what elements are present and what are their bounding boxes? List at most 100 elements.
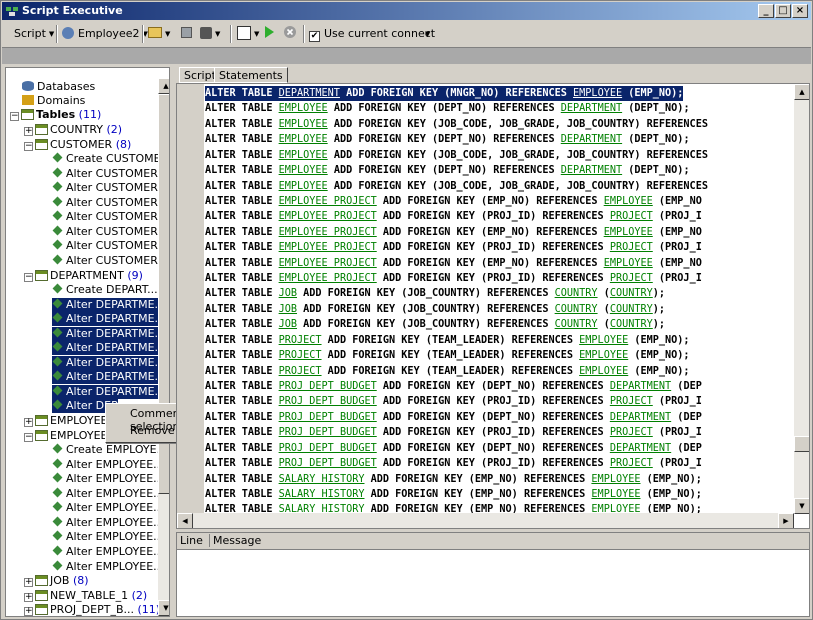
tree-item-table[interactable]: + COUNTRY (2) — [24, 123, 122, 137]
table-reference-link[interactable]: PROJECT — [610, 396, 653, 407]
table-reference-link[interactable]: SALARY HISTORY — [279, 489, 365, 500]
tree-item-statement[interactable]: Create DEPART... — [52, 283, 158, 297]
expand-toggle-icon[interactable]: + — [24, 418, 33, 427]
table-reference-link[interactable]: EMPLOYEE — [279, 150, 328, 161]
tree-item-domains[interactable]: Domains — [22, 94, 85, 108]
collapse-toggle-icon[interactable]: − — [24, 141, 33, 151]
code-line[interactable]: ALTER TABLE SALARY HISTORY ADD FOREIGN K… — [205, 472, 702, 487]
expand-toggle-icon[interactable]: + — [24, 578, 33, 588]
code-line[interactable]: ALTER TABLE PROJECT ADD FOREIGN KEY (TEA… — [205, 333, 690, 348]
tree-item-statement[interactable]: Alter DEPARTME... — [52, 341, 166, 356]
code-line[interactable]: ALTER TABLE JOB ADD FOREIGN KEY (JOB_COU… — [205, 302, 665, 317]
maximize-button[interactable]: □ — [775, 4, 791, 18]
table-reference-link[interactable]: JOB — [279, 288, 297, 299]
tree-item-table[interactable]: + JOB (8) — [24, 574, 89, 588]
table-reference-link[interactable]: EMPLOYEE — [579, 350, 628, 361]
collapse-toggle-icon[interactable]: − — [10, 112, 19, 121]
code-line[interactable]: ALTER TABLE PROJ DEPT BUDGET ADD FOREIGN… — [205, 410, 702, 425]
scroll-up-arrow-icon[interactable]: ▲ — [794, 84, 809, 100]
code-line[interactable]: ALTER TABLE DEPARTMENT ADD FOREIGN KEY (… — [205, 86, 684, 101]
code-line[interactable]: ALTER TABLE JOB ADD FOREIGN KEY (JOB_COU… — [205, 317, 665, 332]
code-line[interactable]: ALTER TABLE EMPLOYEE ADD FOREIGN KEY (DE… — [205, 163, 690, 178]
code-line[interactable]: ALTER TABLE EMPLOYEE PROJECT ADD FOREIGN… — [205, 240, 702, 255]
table-reference-link[interactable]: PROJ DEPT BUDGET — [279, 427, 377, 438]
table-reference-link[interactable]: PROJECT — [610, 211, 653, 222]
tree-item-statement[interactable]: Alter CUSTOMER — [52, 196, 158, 210]
scroll-right-arrow-icon[interactable]: ▶ — [778, 513, 794, 528]
script-editor[interactable]: ALTER TABLE DEPARTMENT ADD FOREIGN KEY (… — [176, 83, 810, 529]
table-reference-link[interactable]: JOB — [279, 304, 297, 315]
code-line[interactable]: ALTER TABLE EMPLOYEE ADD FOREIGN KEY (DE… — [205, 132, 690, 147]
use-current-connection-checkbox[interactable]: ✔ Use current connect — [309, 25, 435, 43]
table-reference-link[interactable]: DEPARTMENT — [610, 443, 671, 454]
collapse-toggle-icon[interactable]: − — [24, 272, 33, 282]
code-line[interactable]: ALTER TABLE EMPLOYEE ADD FOREIGN KEY (JO… — [205, 148, 708, 163]
tree-item-databases[interactable]: Databases — [22, 80, 95, 94]
code-line[interactable]: ALTER TABLE EMPLOYEE PROJECT ADD FOREIGN… — [205, 194, 702, 209]
table-reference-link[interactable]: EMPLOYEE PROJECT — [279, 273, 377, 284]
table-reference-link[interactable]: DEPARTMENT — [610, 381, 671, 392]
expand-toggle-icon[interactable]: + — [24, 607, 33, 616]
code-line[interactable]: ALTER TABLE EMPLOYEE ADD FOREIGN KEY (JO… — [205, 179, 708, 194]
tree-item-tables[interactable]: − Tables (11) — [10, 108, 101, 122]
tree-item-statement[interactable]: Alter CUSTOMER — [52, 167, 158, 181]
editor-horizontal-scrollbar[interactable]: ◀ ▶ — [177, 513, 794, 528]
scroll-down-arrow-icon[interactable]: ▼ — [158, 600, 169, 616]
table-reference-link[interactable]: PROJECT — [610, 458, 653, 469]
tree-item-statement[interactable]: Create EMPLOYE... — [52, 443, 167, 457]
tree-item-statement[interactable]: Alter EMPLOYEE... — [52, 501, 164, 515]
tree-item-statement[interactable]: Alter CUSTOMER — [52, 181, 158, 195]
table-reference-link[interactable]: EMPLOYEE — [604, 227, 653, 238]
tab-statements[interactable]: Statements — [214, 67, 288, 83]
scroll-down-arrow-icon[interactable]: ▼ — [794, 498, 809, 514]
tree-item-statement[interactable]: Alter EMPLOYEE... — [52, 530, 164, 544]
table-reference-link[interactable]: PROJ DEPT BUDGET — [279, 443, 377, 454]
table-reference-link[interactable]: EMPLOYEE — [591, 474, 640, 485]
tree-item-statement[interactable]: Create CUSTOMER — [52, 152, 168, 166]
code-line[interactable]: ALTER TABLE EMPLOYEE PROJECT ADD FOREIGN… — [205, 225, 702, 240]
table-reference-link[interactable]: PROJECT — [610, 242, 653, 253]
scroll-left-arrow-icon[interactable]: ◀ — [177, 513, 193, 528]
code-line[interactable]: ALTER TABLE PROJ DEPT BUDGET ADD FOREIGN… — [205, 456, 702, 471]
tree-item-statement[interactable]: Alter DEPARTME... — [52, 355, 166, 370]
tree-item-statement[interactable]: Alter DEPARTME... — [52, 370, 166, 385]
code-line[interactable]: ALTER TABLE JOB ADD FOREIGN KEY (JOB_COU… — [205, 286, 665, 301]
table-reference-link[interactable]: EMPLOYEE — [279, 103, 328, 114]
tree-item-statement[interactable]: Alter CUSTOMER — [52, 225, 158, 239]
tree-view-button[interactable]: ▼ — [237, 25, 259, 43]
code-line[interactable]: ALTER TABLE PROJ DEPT BUDGET ADD FOREIGN… — [205, 425, 702, 440]
run-script-button[interactable] — [263, 25, 275, 43]
tree-item-statement[interactable]: Alter EMPLOYEE... — [52, 487, 164, 501]
table-reference-link[interactable]: DEPARTMENT — [561, 165, 622, 176]
code-line[interactable]: ALTER TABLE EMPLOYEE PROJECT ADD FOREIGN… — [205, 209, 702, 224]
table-reference-link[interactable]: DEPARTMENT — [279, 88, 340, 99]
table-reference-link[interactable]: EMPLOYEE PROJECT — [279, 227, 377, 238]
code-line[interactable]: ALTER TABLE PROJECT ADD FOREIGN KEY (TEA… — [205, 348, 690, 363]
editor-vertical-scrollbar[interactable]: ▲ ▼ — [794, 84, 809, 514]
tree-item-statement[interactable]: Alter DEPARTME... — [52, 384, 166, 399]
code-line[interactable]: ALTER TABLE EMPLOYEE PROJECT ADD FOREIGN… — [205, 271, 702, 286]
tree-scrollbar[interactable]: ▲ ▼ — [158, 78, 169, 616]
table-reference-link[interactable]: JOB — [279, 319, 297, 330]
table-reference-link[interactable]: PROJECT — [279, 366, 322, 377]
table-reference-link[interactable]: EMPLOYEE — [279, 165, 328, 176]
table-reference-link[interactable]: PROJECT — [610, 273, 653, 284]
table-reference-link[interactable]: EMPLOYEE — [279, 134, 328, 145]
table-reference-link[interactable]: PROJECT — [610, 427, 653, 438]
toolbar-overflow-button[interactable]: ▼ — [422, 25, 430, 43]
code-line[interactable]: ALTER TABLE PROJ DEPT BUDGET ADD FOREIGN… — [205, 441, 702, 456]
close-window-button[interactable]: × — [792, 4, 808, 18]
save-script-button[interactable] — [181, 25, 192, 43]
code-line[interactable]: ALTER TABLE PROJ DEPT BUDGET ADD FOREIGN… — [205, 394, 702, 409]
table-reference-link[interactable]: PROJ DEPT BUDGET — [279, 412, 377, 423]
table-reference-link[interactable]: COUNTRY — [555, 288, 598, 299]
table-reference-link[interactable]: PROJECT — [279, 350, 322, 361]
tree-item-statement[interactable]: Alter DEPARTME... — [52, 312, 166, 327]
table-reference-link[interactable]: PROJECT — [279, 335, 322, 346]
table-reference-link[interactable]: COUNTRY — [555, 319, 598, 330]
minimize-button[interactable]: _ — [758, 4, 774, 18]
table-reference-link[interactable]: EMPLOYEE PROJECT — [279, 258, 377, 269]
table-reference-link[interactable]: EMPLOYEE — [604, 196, 653, 207]
code-line[interactable]: ALTER TABLE PROJ DEPT BUDGET ADD FOREIGN… — [205, 379, 702, 394]
expand-toggle-icon[interactable]: + — [24, 127, 33, 136]
